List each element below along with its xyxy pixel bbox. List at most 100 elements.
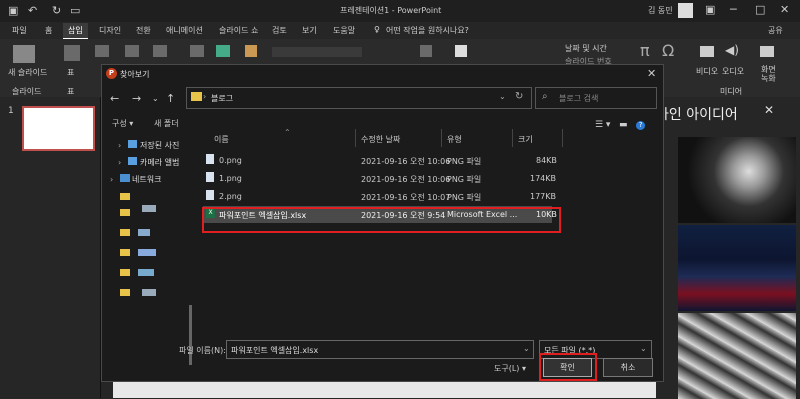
slide-canvas[interactable] — [113, 380, 656, 398]
table-row[interactable]: 2.png 2021-09-16 오전 10:07 PNG 파일 177KB — [203, 188, 658, 205]
date-time-button[interactable]: 날짜 및 시간 — [565, 43, 607, 54]
comment-icon[interactable] — [455, 45, 467, 57]
table-row[interactable]: 1.png 2021-09-16 오전 10:06 PNG 파일 174KB — [203, 170, 658, 187]
tell-me-box[interactable]: 어떤 작업을 원하시나요? — [386, 25, 469, 36]
tree-item-redacted[interactable] — [120, 249, 130, 256]
icons-icon[interactable] — [216, 45, 230, 57]
table-icon[interactable] — [64, 45, 80, 61]
chevron-down-icon[interactable]: ⌄ — [640, 344, 647, 353]
column-header-modified[interactable]: 수정한 날짜 — [361, 134, 400, 145]
tree-scrollbar[interactable] — [189, 305, 192, 365]
symbol-icon[interactable]: Ω — [662, 41, 674, 60]
shapes-icon[interactable] — [190, 45, 204, 57]
table-row[interactable]: 0.png 2021-09-16 오전 10:06 PNG 파일 84KB — [203, 152, 658, 169]
cancel-button[interactable]: 취소 — [603, 358, 653, 377]
tab-home[interactable]: 홈 — [45, 25, 52, 36]
close-icon[interactable]: ✕ — [780, 3, 789, 16]
tab-transitions[interactable]: 전환 — [136, 25, 151, 36]
tree-item-redacted[interactable] — [120, 209, 130, 216]
column-header-size[interactable]: 크기 — [518, 134, 533, 145]
forward-arrow-icon[interactable]: → — [132, 92, 141, 105]
recent-locations-icon[interactable]: ⌄ — [152, 94, 159, 103]
filename-input[interactable]: 파워포인트 엑셀삽입.xlsx ⌄ — [226, 340, 534, 359]
tree-item-redacted[interactable] — [142, 289, 156, 296]
tree-item-saved-pictures[interactable]: 저장된 사진 — [140, 140, 179, 151]
search-box[interactable]: ⌕ 블로그 검색 — [535, 87, 657, 109]
organize-button[interactable]: 구성 ▾ — [112, 118, 133, 129]
audio-icon[interactable]: ◀) — [725, 43, 739, 57]
tools-button[interactable]: 도구(L) ▾ — [494, 363, 526, 374]
save-icon[interactable]: ▣ — [8, 4, 18, 17]
address-bar[interactable]: › 블로그 ⌄ ↻ — [186, 87, 532, 109]
expand-arrow-icon[interactable]: › — [118, 158, 121, 167]
chart-icon[interactable] — [245, 45, 257, 57]
video-button[interactable]: 비디오 — [696, 66, 718, 77]
photo-album-icon[interactable] — [153, 45, 167, 57]
column-divider[interactable] — [355, 129, 356, 147]
back-arrow-icon[interactable]: ← — [110, 92, 119, 105]
tree-item-network[interactable]: 네트워크 — [132, 174, 161, 185]
design-idea-1[interactable] — [678, 137, 796, 223]
table-button[interactable]: 표 — [67, 67, 74, 78]
undo-icon[interactable]: ↶ — [28, 4, 37, 17]
column-header-name[interactable]: 이름 — [214, 134, 229, 145]
maximize-icon[interactable]: □ — [755, 3, 765, 16]
file-size: 174KB — [530, 174, 557, 183]
images-icon[interactable] — [95, 45, 109, 57]
column-divider[interactable] — [441, 129, 442, 147]
tree-item-redacted[interactable] — [142, 205, 156, 212]
equation-icon[interactable]: π — [640, 41, 650, 60]
column-header-type[interactable]: 유형 — [447, 134, 462, 145]
screenshot-icon[interactable] — [125, 45, 139, 57]
tree-item-redacted[interactable] — [138, 269, 154, 276]
close-icon[interactable]: ✕ — [647, 67, 656, 80]
new-folder-button[interactable]: 새 폴더 — [154, 118, 179, 129]
screen-record-icon[interactable] — [760, 46, 774, 57]
tab-slideshow[interactable]: 슬라이드 쇼 — [219, 25, 258, 36]
start-from-beginning-icon[interactable]: ▭ — [70, 4, 80, 17]
tab-review[interactable]: 검토 — [272, 25, 287, 36]
tab-view[interactable]: 보기 — [302, 25, 317, 36]
tree-item-redacted[interactable] — [138, 249, 156, 256]
tab-file[interactable]: 파일 — [12, 25, 27, 36]
file-size: 84KB — [536, 156, 557, 165]
tab-help[interactable]: 도움말 — [333, 25, 355, 36]
ribbon-display-icon[interactable]: ▣ — [705, 3, 715, 16]
chevron-down-icon[interactable]: ⌄ — [523, 344, 530, 353]
tab-insert[interactable]: 삽입 — [63, 23, 88, 40]
redo-icon[interactable]: ↻ — [52, 4, 61, 17]
slide-thumbnail[interactable] — [22, 106, 95, 151]
slide-number: 1 — [8, 106, 14, 116]
tree-item-camera-roll[interactable]: 카메라 앨범 — [140, 157, 179, 168]
breadcrumb[interactable]: 블로그 — [211, 93, 233, 104]
screen-record-button[interactable]: 화면 녹화 — [761, 65, 776, 83]
video-icon[interactable] — [700, 46, 714, 57]
refresh-icon[interactable]: ↻ — [515, 91, 523, 102]
column-divider[interactable] — [562, 129, 563, 147]
avatar[interactable] — [678, 3, 693, 18]
expand-arrow-icon[interactable]: › — [110, 175, 113, 184]
addins-area[interactable] — [272, 47, 362, 57]
tree-item-redacted[interactable] — [138, 229, 150, 236]
expand-arrow-icon[interactable]: › — [118, 141, 121, 150]
tree-item-redacted[interactable] — [120, 289, 130, 296]
close-icon[interactable]: ✕ — [764, 103, 774, 117]
link-icon[interactable] — [420, 45, 432, 57]
tab-design[interactable]: 디자인 — [99, 25, 121, 36]
new-slide-button[interactable]: 새 슬라이드 — [8, 67, 47, 78]
new-slide-icon[interactable] — [13, 45, 35, 63]
tab-animations[interactable]: 애니메이션 — [166, 25, 203, 36]
share-button[interactable]: 공유 — [768, 25, 783, 36]
search-input[interactable]: 블로그 검색 — [559, 93, 598, 104]
audio-button[interactable]: 오디오 — [722, 66, 744, 77]
chevron-down-icon[interactable]: ⌄ — [499, 92, 506, 101]
design-idea-2[interactable] — [678, 225, 796, 311]
column-divider[interactable] — [512, 129, 513, 147]
tree-item-redacted[interactable] — [120, 229, 130, 236]
tree-item-redacted[interactable] — [120, 269, 130, 276]
up-arrow-icon[interactable]: ↑ — [166, 92, 175, 105]
design-idea-3[interactable] — [678, 313, 796, 399]
minimize-icon[interactable]: ─ — [730, 3, 737, 16]
tree-item-redacted[interactable] — [120, 193, 130, 200]
camera-folder-icon — [128, 157, 137, 165]
